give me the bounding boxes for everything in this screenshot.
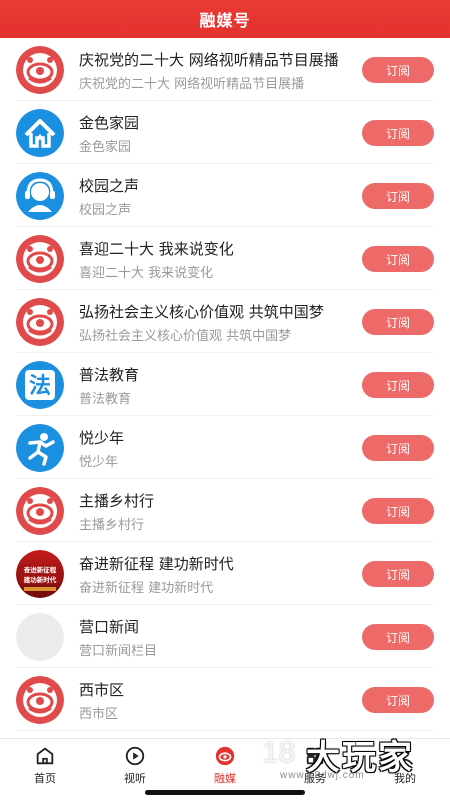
subscribe-button[interactable]: 订阅 bbox=[362, 57, 434, 83]
list-item[interactable]: 金色家园 金色家园 订阅 bbox=[16, 101, 434, 164]
profile-icon bbox=[396, 747, 414, 765]
home-indicator bbox=[145, 790, 305, 795]
tab-label: 服务 bbox=[304, 772, 326, 785]
list-item[interactable]: 西市区 西市区 订阅 bbox=[16, 668, 434, 731]
item-title: 校园之声 bbox=[79, 177, 140, 195]
tab-profile[interactable]: 我的 bbox=[370, 745, 440, 793]
subscribe-button[interactable]: 订阅 bbox=[362, 624, 434, 650]
banner-line-1: 奋进新征程 bbox=[23, 565, 57, 574]
item-title: 营口新闻 bbox=[79, 618, 140, 636]
item-title: 奋进新征程 建功新时代 bbox=[79, 555, 234, 573]
play-icon bbox=[125, 746, 145, 766]
list-item[interactable]: 喜迎二十大 我来说变化 喜迎二十大 我来说变化 订阅 bbox=[16, 227, 434, 290]
list-item[interactable]: 主播乡村行 主播乡村行 订阅 bbox=[16, 479, 434, 542]
item-subtitle: 庆祝党的二十大 网络视听精品节目展播 bbox=[79, 77, 305, 92]
subscribe-button[interactable]: 订阅 bbox=[362, 309, 434, 335]
item-title: 主播乡村行 bbox=[79, 492, 155, 510]
item-subtitle: 校园之声 bbox=[79, 203, 132, 218]
page-title: 融媒号 bbox=[199, 11, 251, 30]
item-title: 普法教育 bbox=[79, 366, 140, 384]
tab-label: 视听 bbox=[124, 772, 146, 785]
item-subtitle: 营口新闻栏目 bbox=[79, 644, 158, 659]
subscribe-button[interactable]: 订阅 bbox=[362, 183, 434, 209]
law-icon: 法 bbox=[16, 361, 64, 409]
item-title: 悦少年 bbox=[79, 429, 125, 447]
list-item[interactable]: 奋进新征程 建功新时代 奋进新征程 建功新时代 奋进新征程 建功新时代 订阅 bbox=[16, 542, 434, 605]
subscribe-button[interactable]: 订阅 bbox=[362, 561, 434, 587]
red-logo-icon bbox=[16, 676, 64, 724]
subscribe-button[interactable]: 订阅 bbox=[362, 435, 434, 461]
item-subtitle: 普法教育 bbox=[79, 392, 132, 407]
running-kid-icon bbox=[16, 424, 64, 472]
item-subtitle: 弘扬社会主义核心价值观 共筑中国梦 bbox=[79, 329, 292, 344]
subscribe-button[interactable]: 订阅 bbox=[362, 120, 434, 146]
house-icon bbox=[16, 109, 64, 157]
red-logo-icon bbox=[16, 298, 64, 346]
tab-home[interactable]: 首页 bbox=[10, 745, 80, 793]
red-logo-icon bbox=[16, 487, 64, 535]
banner-line-2: 建功新时代 bbox=[23, 575, 57, 584]
tab-label: 首页 bbox=[34, 772, 56, 785]
subscribe-button[interactable]: 订阅 bbox=[362, 372, 434, 398]
item-title: 庆祝党的二十大 网络视听精品节目展播 bbox=[79, 51, 339, 69]
item-subtitle: 奋进新征程 建功新时代 bbox=[79, 581, 214, 596]
svg-text:法: 法 bbox=[29, 374, 51, 399]
home-icon bbox=[36, 747, 54, 765]
item-subtitle: 西市区 bbox=[79, 707, 119, 722]
red-logo-icon bbox=[16, 235, 64, 283]
item-title: 喜迎二十大 我来说变化 bbox=[79, 240, 234, 258]
tab-label: 融媒 bbox=[214, 772, 236, 785]
headset-person-icon bbox=[16, 172, 64, 220]
item-subtitle: 金色家园 bbox=[79, 140, 132, 155]
tab-label: 我的 bbox=[394, 772, 416, 785]
list-item[interactable]: 悦少年 悦少年 订阅 bbox=[16, 416, 434, 479]
list-item[interactable]: 庆祝党的二十大 网络视听精品节目展播 庆祝党的二十大 网络视听精品节目展播 订阅 bbox=[16, 38, 434, 101]
service-icon bbox=[306, 747, 324, 765]
list-item[interactable]: 弘扬社会主义核心价值观 共筑中国梦 弘扬社会主义核心价值观 共筑中国梦 订阅 bbox=[16, 290, 434, 353]
subscribe-button[interactable]: 订阅 bbox=[362, 246, 434, 272]
item-title: 西市区 bbox=[79, 681, 125, 699]
list-item[interactable]: 营口新闻 营口新闻栏目 订阅 bbox=[16, 605, 434, 668]
banner-image-icon: 奋进新征程 建功新时代 bbox=[16, 550, 64, 598]
item-subtitle: 悦少年 bbox=[79, 455, 119, 470]
list-item[interactable]: 法 普法教育 普法教育 订阅 bbox=[16, 353, 434, 416]
list-item[interactable]: 校园之声 校园之声 订阅 bbox=[16, 164, 434, 227]
item-subtitle: 主播乡村行 bbox=[79, 518, 145, 533]
placeholder-avatar-icon bbox=[16, 613, 64, 661]
red-logo-icon bbox=[16, 46, 64, 94]
tab-video[interactable]: 视听 bbox=[100, 745, 170, 793]
tab-service[interactable]: 服务 bbox=[280, 745, 350, 793]
item-title: 弘扬社会主义核心价值观 共筑中国梦 bbox=[79, 303, 324, 321]
item-subtitle: 喜迎二十大 我来说变化 bbox=[79, 266, 214, 281]
channel-list: 庆祝党的二十大 网络视听精品节目展播 庆祝党的二十大 网络视听精品节目展播 订阅… bbox=[0, 38, 450, 731]
tab-media[interactable]: 融媒 bbox=[190, 745, 260, 793]
subscribe-button[interactable]: 订阅 bbox=[362, 498, 434, 524]
item-title: 金色家园 bbox=[79, 114, 140, 132]
subscribe-button[interactable]: 订阅 bbox=[362, 687, 434, 713]
media-icon bbox=[215, 746, 235, 766]
top-bar: 融媒号 bbox=[0, 0, 450, 38]
